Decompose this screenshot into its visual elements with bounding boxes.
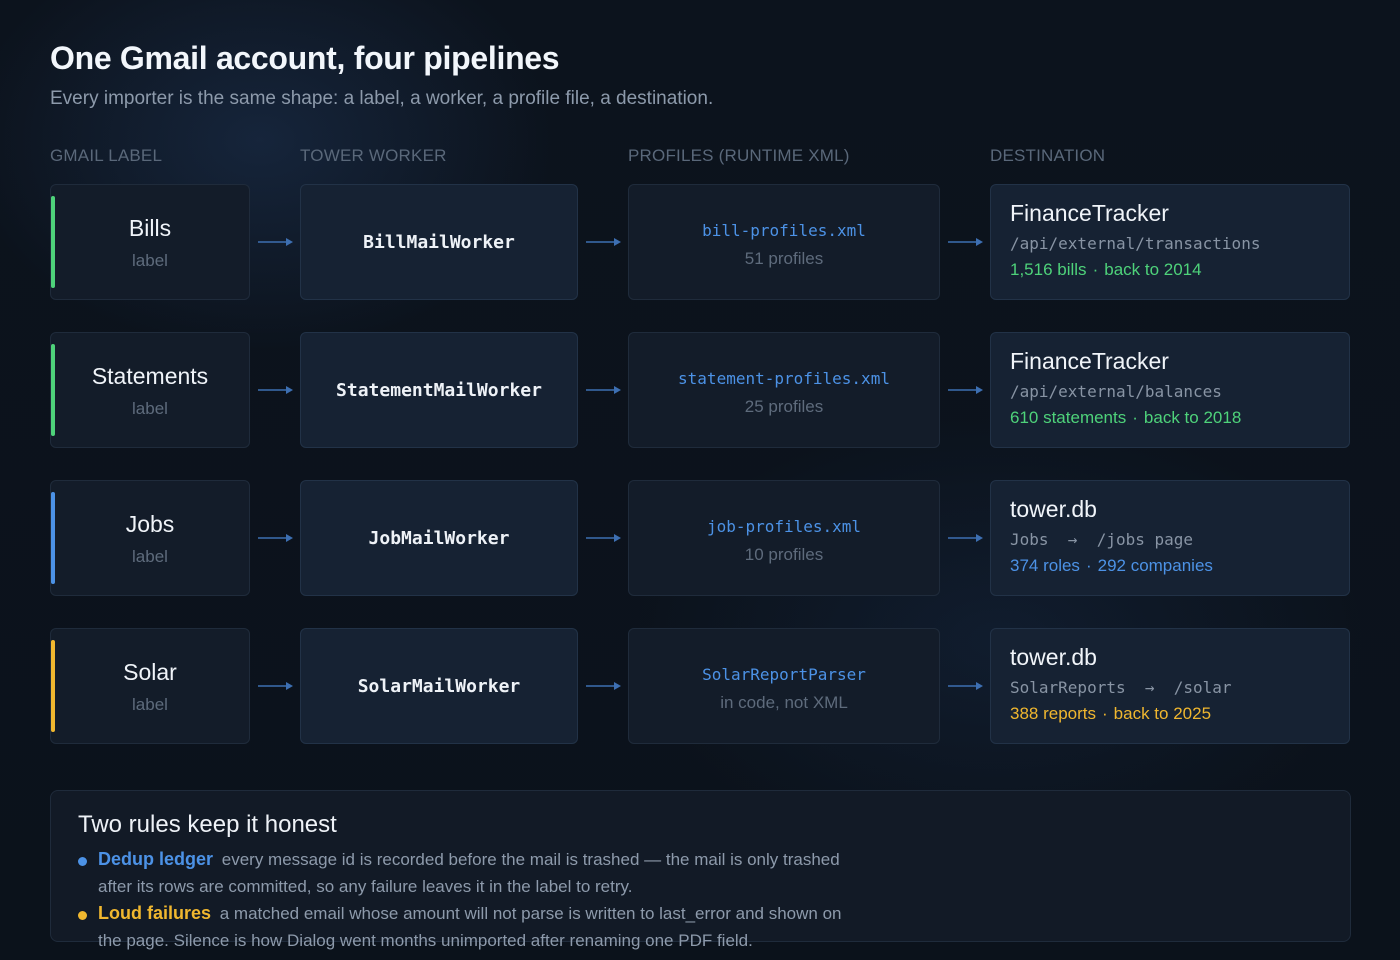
label-name: Solar — [123, 659, 177, 685]
destination-card[interactable]: tower.db Jobs → /jobs page 374 roles · 292… — [990, 480, 1350, 596]
worker-name: SolarMailWorker — [357, 675, 521, 697]
destination-name: FinanceTracker — [1010, 200, 1169, 226]
profile-card[interactable]: job-profiles.xml 10 profiles — [628, 480, 940, 596]
flow-arrow-icon — [586, 534, 621, 542]
gmail-label-card[interactable]: Solar label — [50, 628, 250, 744]
flow-arrow-icon — [258, 238, 293, 246]
destination-card[interactable]: FinanceTracker /api/external/balances 61… — [990, 332, 1350, 448]
flow-arrow-icon — [258, 534, 293, 542]
bullet-icon — [78, 857, 87, 866]
destination-path: SolarReports → /solar — [1010, 678, 1232, 697]
stat-primary: 610 statements — [1010, 408, 1127, 427]
destination-stats: 374 roles · 292 companies — [1010, 556, 1213, 576]
page-subtitle: Every importer is the same shape: a labe… — [50, 88, 714, 109]
destination-stats: 610 statements · back to 2018 — [1010, 408, 1241, 428]
stat-separator: · — [1102, 704, 1108, 723]
flow-arrow-icon — [948, 534, 983, 542]
destination-stats: 1,516 bills · back to 2014 — [1010, 260, 1202, 280]
worker-card[interactable]: SolarMailWorker — [300, 628, 578, 744]
stat-primary: 388 reports — [1010, 704, 1096, 723]
flow-arrow-icon — [948, 386, 983, 394]
label-caption: label — [132, 695, 168, 714]
destination-card[interactable]: FinanceTracker /api/external/transaction… — [990, 184, 1350, 300]
column-header-label: GMAIL LABEL — [50, 146, 163, 165]
destination-stats: 388 reports · back to 2025 — [1010, 704, 1211, 724]
column-header-worker: TOWER WORKER — [300, 146, 447, 165]
rules-title: Two rules keep it honest — [78, 811, 337, 838]
worker-card[interactable]: JobMailWorker — [300, 480, 578, 596]
rule-name: Loud failures — [98, 903, 212, 923]
gmail-label-card[interactable]: Jobs label — [50, 480, 250, 596]
worker-name: JobMailWorker — [368, 527, 510, 549]
stat-secondary: back to 2014 — [1104, 260, 1202, 279]
flow-arrow-icon — [586, 386, 621, 394]
profile-count: 51 profiles — [744, 249, 824, 268]
worker-card[interactable]: BillMailWorker — [300, 184, 578, 300]
label-accent-bar — [51, 640, 55, 732]
flow-arrow-icon — [948, 238, 983, 246]
destination-card[interactable]: tower.db SolarReports → /solar 388 repor… — [990, 628, 1350, 744]
worker-card[interactable]: StatementMailWorker — [300, 332, 578, 448]
profile-file: statement-profiles.xml — [678, 369, 890, 388]
profile-card[interactable]: SolarReportParser in code, not XML — [628, 628, 940, 744]
stat-separator: · — [1092, 260, 1099, 279]
destination-name: FinanceTracker — [1010, 348, 1169, 374]
stat-primary: 1,516 bills — [1010, 260, 1087, 279]
label-caption: label — [132, 251, 168, 270]
profile-count: in code, not XML — [720, 693, 848, 712]
label-caption: label — [132, 547, 168, 566]
flow-arrow-icon — [258, 682, 293, 690]
stat-secondary: back to 2025 — [1113, 704, 1212, 723]
stat-secondary: back to 2018 — [1143, 408, 1242, 427]
flow-arrow-icon — [586, 238, 621, 246]
flow-arrow-icon — [948, 682, 983, 690]
destination-path: Jobs → /jobs page — [1010, 530, 1194, 549]
column-header-profiles: PROFILES (RUNTIME XML) — [628, 146, 850, 165]
label-caption: label — [132, 399, 168, 418]
profile-file: SolarReportParser — [702, 665, 866, 684]
label-name: Jobs — [125, 511, 175, 537]
gmail-label-card[interactable]: Statements label — [50, 332, 250, 448]
rule-dedup-ledger: Dedup ledger every message id is recorde… — [78, 846, 858, 900]
destination-path: /api/external/transactions — [1010, 234, 1261, 253]
flow-arrow-icon — [258, 386, 293, 394]
stat-separator: · — [1132, 408, 1138, 427]
stat-secondary: 292 companies — [1097, 556, 1213, 575]
rules-panel: Two rules keep it honest Dedup ledger ev… — [50, 790, 1351, 950]
column-header-destination: DESTINATION — [990, 146, 1106, 165]
label-name: Bills — [128, 215, 172, 241]
flow-arrow-icon — [586, 682, 621, 690]
label-accent-bar — [51, 344, 55, 436]
gmail-label-card[interactable]: Bills label — [50, 184, 250, 300]
profile-card[interactable]: statement-profiles.xml 25 profiles — [628, 332, 940, 448]
destination-path: /api/external/balances — [1010, 382, 1222, 401]
rule-loud-failures: Loud failures a matched email whose amou… — [78, 900, 858, 954]
destination-name: tower.db — [1010, 496, 1097, 522]
profile-count: 10 profiles — [744, 545, 824, 564]
profile-count: 25 profiles — [744, 397, 824, 416]
profile-file: bill-profiles.xml — [702, 221, 866, 240]
profile-card[interactable]: bill-profiles.xml 51 profiles — [628, 184, 940, 300]
page-title: One Gmail account, four pipelines — [50, 40, 560, 76]
profile-file: job-profiles.xml — [706, 517, 862, 536]
label-accent-bar — [51, 196, 55, 288]
label-accent-bar — [51, 492, 55, 584]
worker-name: StatementMailWorker — [336, 379, 542, 401]
diagram-canvas: One Gmail account, four pipelines Every … — [0, 0, 1400, 960]
rule-name: Dedup ledger — [98, 849, 214, 869]
stat-separator: · — [1085, 556, 1092, 575]
stat-primary: 374 roles — [1010, 556, 1080, 575]
bullet-icon — [78, 911, 87, 920]
label-name: Statements — [91, 363, 209, 389]
destination-name: tower.db — [1010, 644, 1097, 670]
worker-name: BillMailWorker — [363, 231, 515, 253]
